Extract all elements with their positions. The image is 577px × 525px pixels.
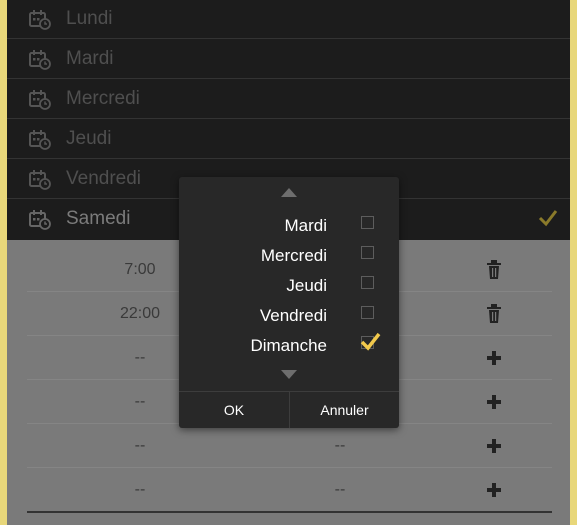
calendar-clock-icon	[29, 130, 51, 150]
checkbox[interactable]	[361, 276, 374, 289]
day-option-label: Jeudi	[286, 276, 327, 295]
day-label: Mercredi	[66, 88, 140, 109]
plus-icon[interactable]	[485, 348, 503, 368]
scroll-down-arrow-icon[interactable]	[281, 370, 297, 379]
calendar-clock-icon	[29, 210, 51, 230]
checkbox[interactable]	[361, 246, 374, 259]
day-option-label: Mercredi	[260, 246, 327, 265]
end-time[interactable]: --	[275, 437, 405, 455]
day-label: Mardi	[66, 48, 114, 69]
day-label: Jeudi	[66, 128, 112, 149]
ok-button[interactable]: OK	[179, 392, 289, 428]
day-label: Lundi	[66, 8, 113, 29]
day-option-label: Dimanche	[250, 336, 327, 355]
start-time[interactable]: --	[75, 481, 205, 499]
day-row-lundi[interactable]: Lundi	[7, 0, 570, 39]
day-picker-dialog: Mardi Mercredi Jeudi Vendredi Dimanche O…	[179, 177, 399, 428]
trash-icon[interactable]	[485, 304, 503, 324]
calendar-clock-icon	[29, 170, 51, 190]
day-label: Samedi	[66, 208, 131, 229]
calendar-clock-icon	[29, 50, 51, 70]
checkbox[interactable]	[361, 216, 374, 229]
day-label: Vendredi	[66, 168, 142, 189]
checkmark-icon	[538, 210, 558, 227]
divider	[27, 511, 552, 513]
plus-icon[interactable]	[485, 480, 503, 500]
day-row-mardi[interactable]: Mardi	[7, 40, 570, 79]
app-frame: Lundi Mardi Mercredi Jeudi Vendredi Same…	[7, 0, 570, 525]
checkmark-icon	[360, 332, 381, 351]
checkbox[interactable]	[361, 306, 374, 319]
calendar-clock-icon	[29, 90, 51, 110]
time-row: -- --	[27, 468, 552, 512]
plus-icon[interactable]	[485, 392, 503, 412]
end-time[interactable]: --	[275, 481, 405, 499]
scroll-up-arrow-icon[interactable]	[281, 188, 297, 197]
cancel-button[interactable]: Annuler	[290, 392, 399, 428]
time-row: -- --	[27, 424, 552, 468]
day-option-jeudi[interactable]: Jeudi	[179, 270, 399, 300]
calendar-clock-icon	[29, 10, 51, 30]
day-option-dimanche[interactable]: Dimanche	[179, 330, 399, 360]
day-option-mercredi[interactable]: Mercredi	[179, 240, 399, 270]
day-option-label: Vendredi	[259, 306, 327, 325]
day-option-mardi[interactable]: Mardi	[179, 210, 399, 240]
start-time[interactable]: --	[75, 437, 205, 455]
day-option-label: Mardi	[284, 216, 327, 235]
plus-icon[interactable]	[485, 436, 503, 456]
day-row-jeudi[interactable]: Jeudi	[7, 120, 570, 159]
day-option-vendredi[interactable]: Vendredi	[179, 300, 399, 330]
day-row-mercredi[interactable]: Mercredi	[7, 80, 570, 119]
trash-icon[interactable]	[485, 260, 503, 280]
